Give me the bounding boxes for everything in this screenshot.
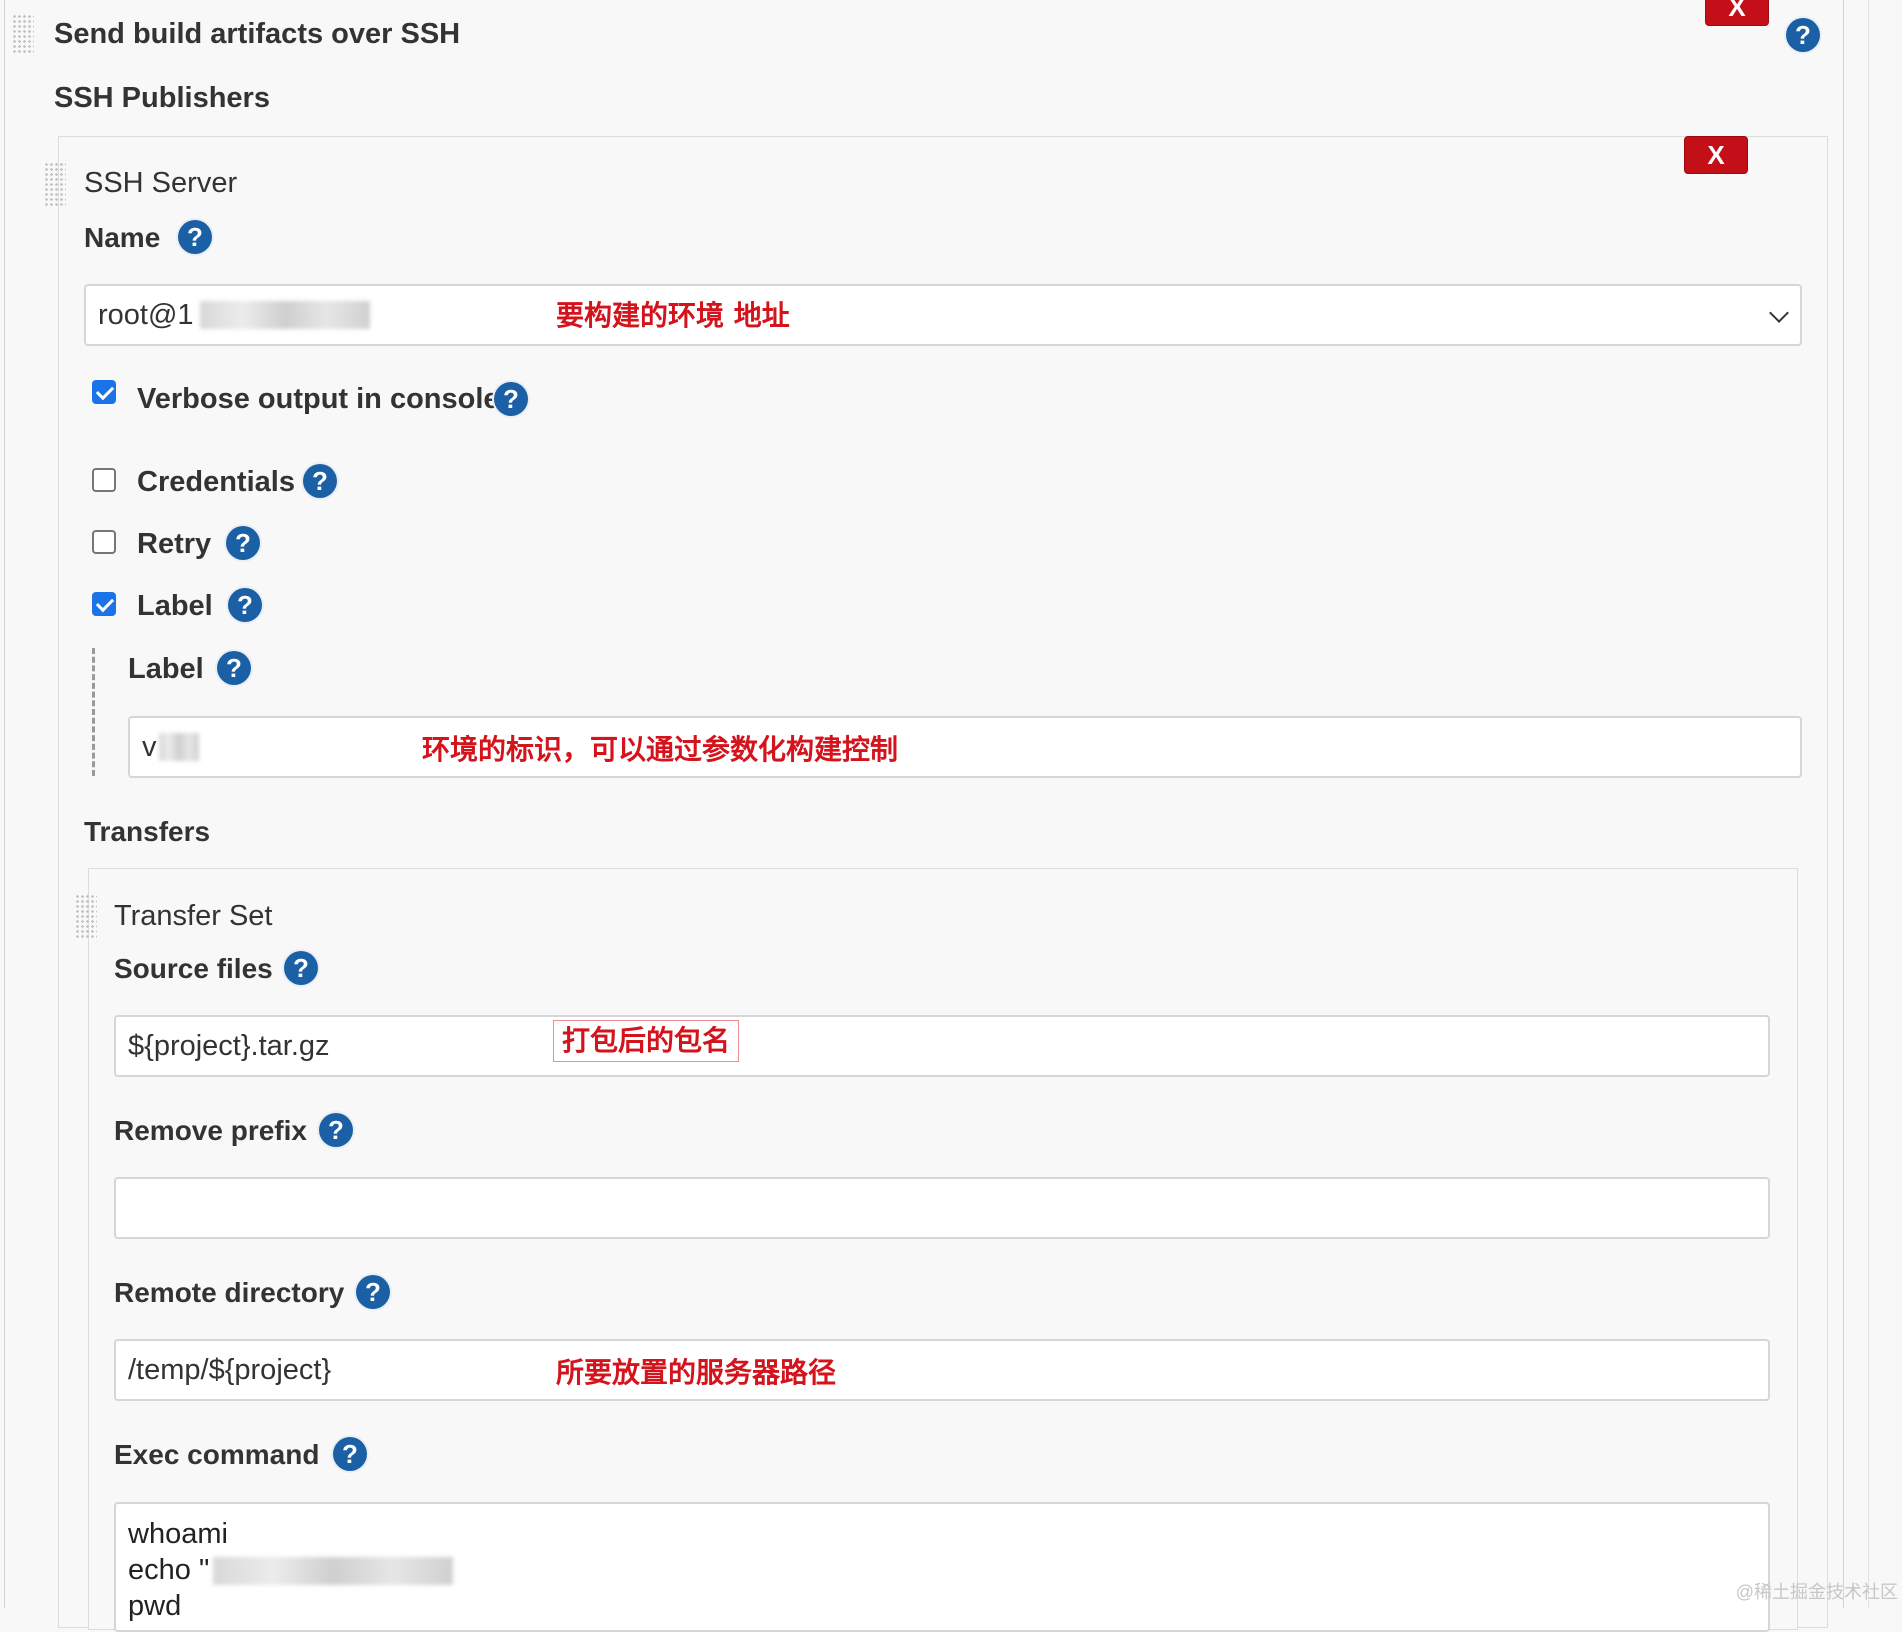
transfer-set-heading: Transfer Set xyxy=(114,900,273,932)
watermark: @稀土掘金技术社区 xyxy=(1735,1582,1898,1602)
verbose-label: Verbose output in console xyxy=(137,383,500,415)
verbose-checkbox[interactable] xyxy=(92,380,116,404)
label-optional-block-line xyxy=(92,648,95,776)
exec-command-line: echo " xyxy=(128,1554,454,1587)
verbose-help-icon[interactable]: ? xyxy=(494,382,528,416)
chevron-down-icon xyxy=(1769,303,1789,323)
source-files-help-icon[interactable]: ? xyxy=(284,951,318,985)
publisher-drag-handle[interactable] xyxy=(12,14,34,54)
label-field-label: Label xyxy=(128,653,204,685)
retry-help-icon[interactable]: ? xyxy=(226,526,260,560)
ssh-server-drag-handle[interactable] xyxy=(44,162,66,206)
credentials-help-icon[interactable]: ? xyxy=(303,464,337,498)
remove-prefix-input[interactable] xyxy=(114,1177,1770,1239)
credentials-label: Credentials xyxy=(137,466,295,498)
source-files-input[interactable]: ${project}.tar.gz xyxy=(114,1015,1770,1077)
exec-command-line: whoami xyxy=(128,1518,228,1550)
ssh-server-heading: SSH Server xyxy=(84,167,238,199)
delete-publisher-button[interactable]: X xyxy=(1705,0,1769,26)
remote-directory-input[interactable]: /temp/${project} xyxy=(114,1339,1770,1401)
redacted-echo xyxy=(213,1557,454,1586)
name-select[interactable]: root@1 xyxy=(84,284,1802,346)
credentials-checkbox[interactable] xyxy=(92,468,116,492)
source-files-value: ${project}.tar.gz xyxy=(128,1029,330,1062)
exec-command-label: Exec command xyxy=(114,1439,320,1470)
remote-directory-label: Remote directory xyxy=(114,1277,345,1308)
label-checkbox-label: Label xyxy=(137,590,213,622)
transfers-heading: Transfers xyxy=(84,816,211,847)
transfer-set-drag-handle[interactable] xyxy=(75,894,97,938)
exec-command-help-icon[interactable]: ? xyxy=(333,1437,367,1471)
remote-directory-annotation: 所要放置的服务器路径 xyxy=(556,1356,837,1389)
redacted-label xyxy=(158,733,199,761)
delete-ssh-server-button[interactable]: X xyxy=(1684,136,1748,174)
label-help-icon[interactable]: ? xyxy=(228,588,262,622)
remove-prefix-label: Remove prefix xyxy=(114,1115,307,1146)
source-files-annotation: 打包后的包名 xyxy=(553,1020,740,1062)
publisher-title: Send build artifacts over SSH xyxy=(54,18,461,50)
page-divider xyxy=(1868,0,1869,1608)
source-files-label: Source files xyxy=(114,953,273,984)
name-annotation: 要构建的环境 地址 xyxy=(556,299,790,332)
exec-command-line: pwd xyxy=(128,1590,182,1622)
label-field-help-icon[interactable]: ? xyxy=(217,651,251,685)
retry-label: Retry xyxy=(137,528,212,560)
help-icon[interactable]: ? xyxy=(1786,18,1820,52)
remove-prefix-help-icon[interactable]: ? xyxy=(319,1113,353,1147)
exec-command-line-text: echo " xyxy=(128,1554,210,1586)
name-select-value: root@1 xyxy=(98,298,194,331)
ssh-publishers-heading: SSH Publishers xyxy=(54,82,270,114)
remote-directory-help-icon[interactable]: ? xyxy=(356,1275,390,1309)
name-label: Name xyxy=(84,222,161,253)
label-input-value: v xyxy=(142,730,157,763)
retry-checkbox[interactable] xyxy=(92,530,116,554)
remote-directory-value: /temp/${project} xyxy=(128,1353,332,1386)
label-checkbox[interactable] xyxy=(92,592,116,616)
name-help-icon[interactable]: ? xyxy=(178,220,212,254)
label-input[interactable]: v xyxy=(128,716,1802,778)
label-annotation: 环境的标识，可以通过参数化构建控制 xyxy=(422,733,899,766)
redacted-host xyxy=(199,301,370,329)
